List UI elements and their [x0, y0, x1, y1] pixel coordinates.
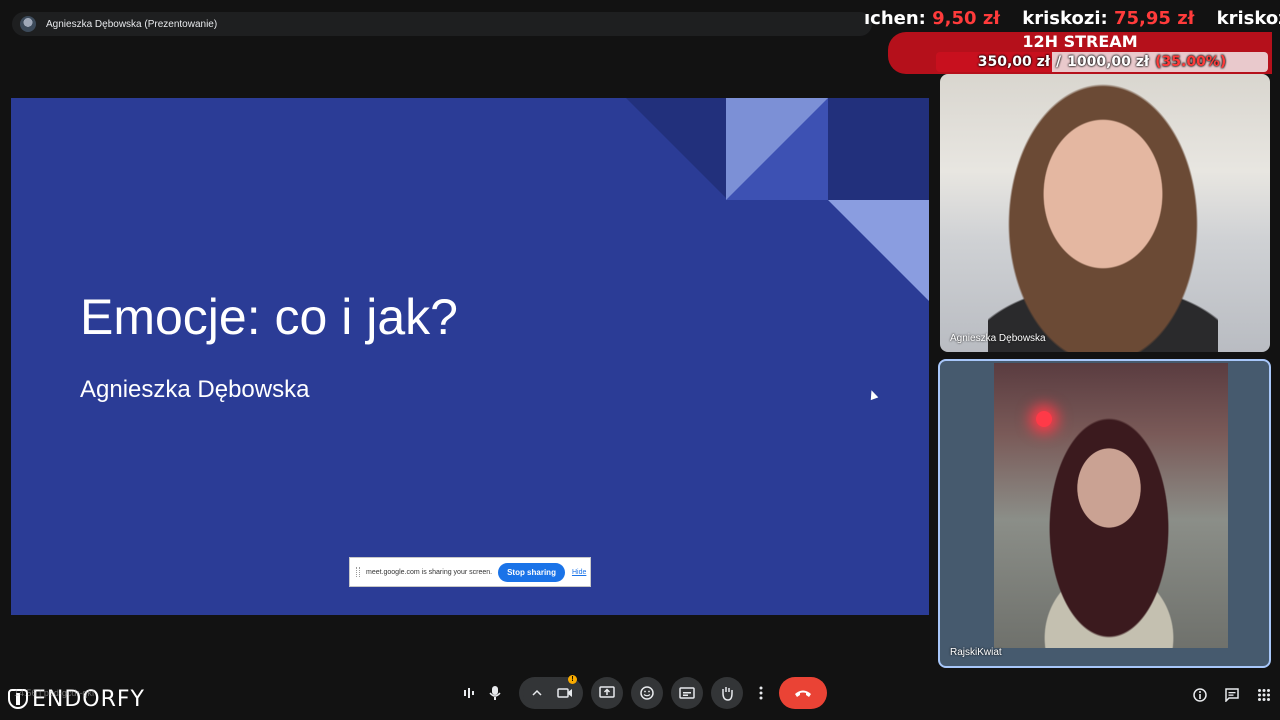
captions-icon[interactable]: [671, 677, 703, 709]
goal-percent: (35.00%): [1155, 54, 1227, 70]
call-controls: !: [453, 675, 835, 709]
presenter-label: Agnieszka Dębowska (Prezentowanie): [46, 18, 218, 30]
emoji-icon[interactable]: [631, 677, 663, 709]
presenter-avatar: [20, 16, 36, 32]
ticker-name-1: ıchen:: [864, 8, 926, 29]
raise-hand-icon[interactable]: [711, 677, 743, 709]
participant-video: [988, 74, 1218, 352]
participant-tile-1[interactable]: Agnieszka Dębowska: [940, 74, 1270, 352]
camera-control-group: !: [519, 675, 583, 709]
meeting-time-code: 14:56 | pod-gcdr-qkf: [14, 688, 95, 698]
more-options-icon[interactable]: [751, 677, 771, 709]
present-screen-icon[interactable]: [591, 677, 623, 709]
camera-warning-badge: !: [568, 675, 577, 684]
presented-slide: Emocje: co i jak? Agnieszka Dębowska: [11, 98, 929, 615]
slide-triangle-dark: [626, 98, 726, 198]
info-icon[interactable]: [1188, 683, 1212, 707]
participant-name: RajskiKwiat: [950, 647, 1002, 658]
participant-video: [994, 363, 1228, 648]
hide-notice-link[interactable]: Hide: [572, 569, 586, 576]
goal-separator: /: [1056, 54, 1062, 70]
goal-current: 350,00 zł: [977, 54, 1051, 70]
donation-ticker: ıchen: 9,50 zł kriskozi: 75,95 zł krisko…: [864, 8, 1280, 34]
goal-progress-bar: 350,00 zł / 1000,00 zł (35.00%): [936, 52, 1268, 72]
end-call-icon: [795, 690, 811, 697]
goal-title: 12H STREAM: [1022, 32, 1138, 51]
ticker-name-3: kriskoz: [1216, 8, 1280, 29]
participant-name: Agnieszka Dębowska: [950, 333, 1046, 344]
presenter-bar[interactable]: Agnieszka Dębowska (Prezentowanie): [12, 12, 872, 36]
camera-icon[interactable]: !: [551, 675, 579, 709]
slide-decoration: [626, 98, 929, 301]
ticker-amount-1: 9,50 zł: [932, 8, 1000, 29]
slide-title: Emocje: co i jak?: [80, 289, 458, 345]
drag-handle-icon[interactable]: [356, 567, 360, 577]
share-notice-text: meet.google.com is sharing your screen.: [366, 568, 493, 576]
slide-triangle-light: [828, 200, 929, 301]
slide-square-dark: [828, 98, 929, 200]
chat-icon[interactable]: [1220, 683, 1244, 707]
participant-tile-2[interactable]: RajskiKwiat: [938, 359, 1271, 668]
end-call-button[interactable]: [779, 677, 827, 709]
ticker-amount-2: 75,95 zł: [1114, 8, 1195, 29]
side-panel-controls: [1180, 683, 1276, 707]
goal-target: 1000,00 zł: [1067, 54, 1150, 70]
screen-share-notice: meet.google.com is sharing your screen. …: [349, 557, 591, 587]
chevron-up-icon[interactable]: [523, 677, 551, 709]
activities-icon[interactable]: [1252, 683, 1276, 707]
ticker-name-2: kriskozi:: [1022, 8, 1108, 29]
slide-subtitle: Agnieszka Dębowska: [80, 376, 310, 403]
stop-sharing-button[interactable]: Stop sharing: [498, 562, 565, 582]
mic-icon[interactable]: [479, 677, 511, 709]
